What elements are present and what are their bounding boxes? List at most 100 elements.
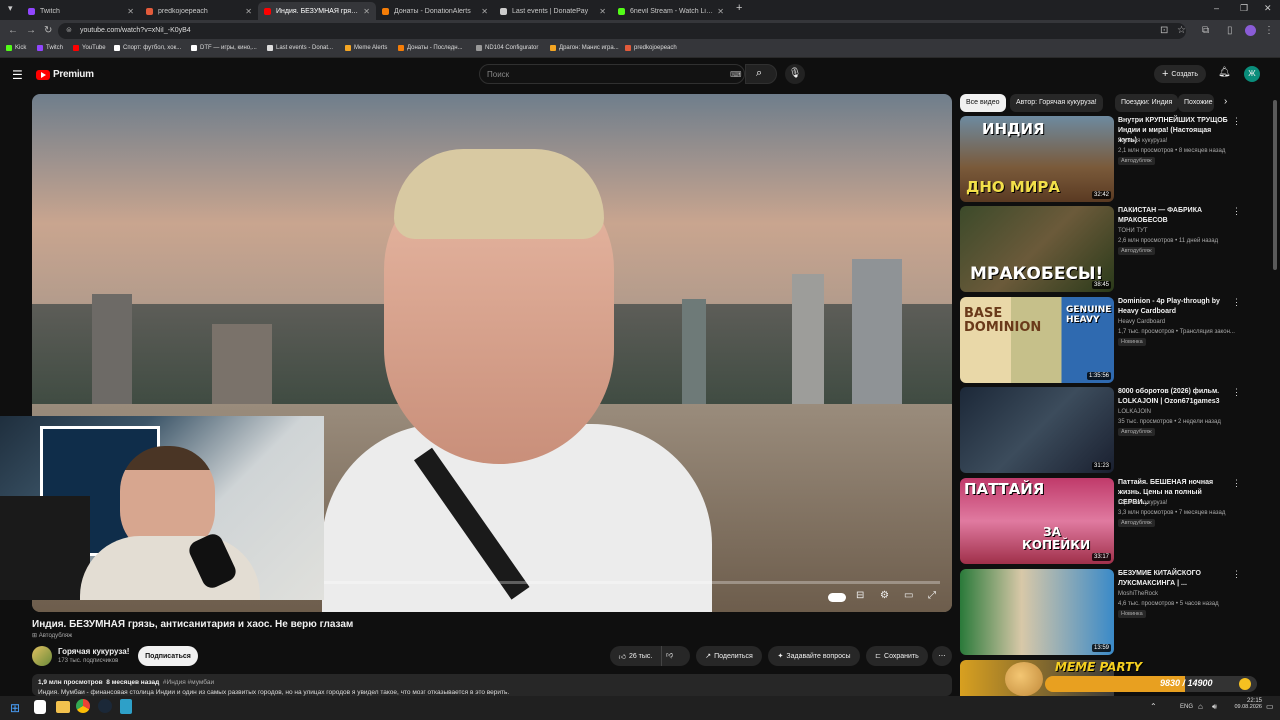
chip-india-trips[interactable]: Поездки: Индия [1115,94,1179,112]
bookmark-last-events[interactable]: Last events - Donat... [267,45,333,51]
bookmark-donations[interactable]: Донаты - Последн... [398,45,463,51]
chevron-right-icon[interactable]: › [1224,96,1227,107]
recommendation-item[interactable]: 31:23 8000 оборотов (2026) фильм. LOLKAJ… [960,387,1241,473]
miniplayer-icon[interactable]: ▭ [904,590,913,601]
url-field[interactable]: ⊜ youtube.com/watch?v=xNiI_-K0yB4 [58,23,1186,39]
notifications-bell-icon[interactable]: 🔔︎ [1218,67,1231,78]
close-icon[interactable]: ✕ [127,7,134,16]
dislike-button[interactable]: 👎︎ [666,650,673,659]
bookmark-dtf[interactable]: DTF — игры, кино,... [191,45,257,51]
close-window-button[interactable]: ✕ [1264,3,1272,14]
reload-icon[interactable]: ↻ [44,25,52,36]
file-explorer-icon[interactable] [56,701,70,713]
chip-author[interactable]: Автор: Горячая кукуруза! [1010,94,1103,112]
channel-avatar[interactable] [32,646,52,666]
more-actions-button[interactable]: ⋯ [932,646,952,666]
more-options-icon[interactable]: ⋮ [1232,297,1241,308]
search-input[interactable]: Поиск [479,64,745,84]
close-icon[interactable]: ✕ [599,7,606,16]
video-thumbnail[interactable]: ПАТТАЙЯ ЗА КОПЕЙКИ 33:17 [960,478,1114,564]
hamburger-menu-icon[interactable]: ☰ [12,68,23,82]
minimize-button[interactable]: – [1214,3,1219,13]
notifications-icon[interactable]: ▭ [1266,702,1274,711]
video-thumbnail[interactable]: ИНДИЯ ДНО МИРА 32:42 [960,116,1114,202]
settings-gear-icon[interactable]: ⚙︎ [880,590,889,601]
more-options-icon[interactable]: ⋮ [1232,478,1241,489]
more-options-icon[interactable]: ⋮ [1232,387,1241,398]
thumbs-up-icon: 👍︎ [618,653,626,661]
notes-icon[interactable] [120,699,132,714]
tab-youtube-video[interactable]: Индия. БЕЗУМНАЯ грязь, антисанитария и х… [258,2,376,20]
subtitles-icon[interactable]: ⊟ [856,590,864,601]
sidepanel-icon[interactable]: ▯ [1227,25,1233,36]
tab-twitch[interactable]: Twitch ✕ [22,2,140,20]
youtube-logo[interactable]: Premium [36,69,94,80]
recommendation-item[interactable]: 13:59 БЕЗУМИЕ КИТАЙСКОГО ЛУКСМАКСИНГА | … [960,569,1241,655]
tab-donatepay[interactable]: Last events | DonatePay ✕ [494,2,612,20]
search-button[interactable]: ⌕ [745,64,777,84]
bookmark-youtube[interactable]: YouTube [73,45,106,51]
more-options-icon[interactable]: ⋮ [1232,116,1241,127]
profile-avatar[interactable] [1245,25,1256,36]
video-thumbnail[interactable]: 13:59 [960,569,1114,655]
clock[interactable]: 22:15 09.08.2026 [1228,698,1262,710]
recommendation-item[interactable]: ПАТТАЙЯ ЗА КОПЕЙКИ 33:17 Паттайя. БЕШЕНА… [960,478,1241,564]
yandex-browser-icon[interactable] [34,700,46,714]
keyboard-icon[interactable]: ⌨ [730,70,742,79]
microphone-button[interactable]: 🎙︎ [785,64,805,84]
bookmark-dragon[interactable]: Драгон: Манис игра... [550,45,619,51]
close-icon[interactable]: ✕ [717,7,724,16]
back-icon[interactable]: ← [8,25,18,36]
bookmark-kick[interactable]: Kick [6,45,26,51]
share-button[interactable]: ↗ Поделиться [696,646,762,666]
chrome-icon[interactable] [76,699,90,713]
video-thumbnail[interactable]: 31:23 [960,387,1114,473]
site-info-icon[interactable]: ⊜ [66,26,72,34]
video-thumbnail[interactable]: МРАКОБЕСЫ! 38:45 [960,206,1114,292]
chip-similar[interactable]: Похожие [1178,94,1214,112]
close-icon[interactable]: ✕ [245,7,252,16]
menu-dots-icon[interactable]: ⋮ [1264,25,1274,36]
recommendation-item[interactable]: ИНДИЯ ДНО МИРА 32:42 Внутри КРУПНЕЙШИХ Т… [960,116,1241,202]
autoplay-toggle[interactable] [828,593,846,602]
recommendation-item[interactable]: МРАКОБЕСЫ! 38:45 ПАКИСТАН — ФАБРИКА МРАК… [960,206,1241,292]
new-tab-button[interactable]: + [736,2,742,14]
tab-search-icon[interactable]: ▾ [8,3,13,14]
language-indicator[interactable]: ENG [1180,704,1193,710]
like-button[interactable]: 👍︎ 26 тыс. [610,646,662,666]
create-button[interactable]: + Создать [1154,65,1206,83]
close-icon[interactable]: ✕ [481,7,488,16]
bookmark-star-icon[interactable]: ☆ [1177,25,1186,36]
video-thumbnail[interactable]: BASE DOMINION GENUINE HEAVY 1:35:56 [960,297,1114,383]
bookmark-sport[interactable]: Спорт: футбол, хок... [114,45,181,51]
tab-predkojoepeach[interactable]: predkojoepeach ✕ [140,2,258,20]
windows-start-icon[interactable]: ⊞ [10,701,20,715]
extensions-icon[interactable]: ⧉ [1202,25,1209,36]
volume-icon[interactable]: 🔊︎ [1212,702,1217,712]
more-options-icon[interactable]: ⋮ [1232,206,1241,217]
ask-questions-button[interactable]: ✦ Задавайте вопросы [768,646,860,666]
tab-kick-stream[interactable]: 6nevil Stream - Watch Live on Kick✕ [612,2,730,20]
tab-donationalerts[interactable]: Донаты - DonationAlerts ✕ [376,2,494,20]
install-icon[interactable]: ⊡ [1160,25,1168,36]
network-icon[interactable]: ⌂ [1198,702,1203,711]
chip-all[interactable]: Все видео [960,94,1006,112]
steam-icon[interactable] [98,699,112,713]
bookmark-predkojoepeach[interactable]: predkojoepeach [625,45,677,51]
close-icon[interactable]: ✕ [363,7,370,16]
bookmark-twitch[interactable]: Twitch [37,45,63,51]
forward-icon[interactable]: → [26,25,36,36]
channel-name[interactable]: Горячая кукуруза! [58,647,129,656]
bookmark-meme-alerts[interactable]: Meme Alerts [345,45,387,51]
save-button[interactable]: ⊏ Сохранить [866,646,928,666]
bookmark-nd104[interactable]: ND104 Configurator [476,45,538,51]
account-avatar[interactable]: Ж [1244,66,1260,82]
page-scrollbar[interactable] [1273,100,1277,270]
more-options-icon[interactable]: ⋮ [1232,569,1241,580]
subscribe-button[interactable]: Подписаться [138,646,198,666]
description-box[interactable]: 1,9 млн просмотров 8 месяцев назад #Инди… [32,674,952,696]
tray-expand-icon[interactable]: ⌃ [1150,702,1157,711]
maximize-button[interactable]: ❐ [1240,3,1248,14]
fullscreen-icon[interactable]: ⤢ [928,590,936,601]
recommendation-item[interactable]: BASE DOMINION GENUINE HEAVY 1:35:56 Domi… [960,297,1241,383]
